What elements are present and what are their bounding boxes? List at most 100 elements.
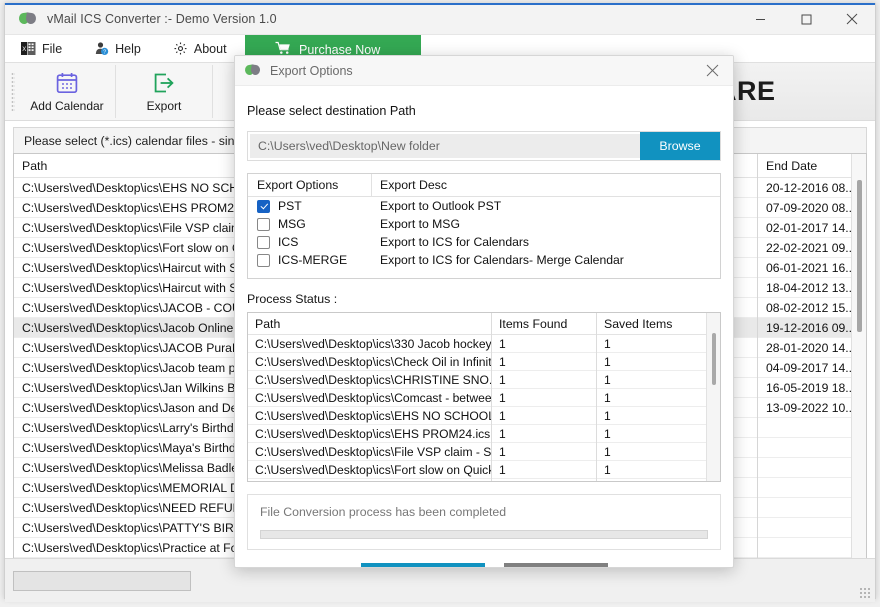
ribbon-grip[interactable] <box>11 71 15 112</box>
file-grid-cell-end-date[interactable] <box>758 478 858 498</box>
close-icon[interactable] <box>829 4 875 34</box>
process-status-cell-saved-items[interactable]: 1 <box>597 353 707 371</box>
process-status-cell-items-found[interactable]: 1 <box>492 371 596 389</box>
destination-path-input[interactable]: C:\Users\ved\Desktop\New folder <box>250 134 640 158</box>
process-status-cell-path[interactable]: C:\Users\ved\Desktop\ics\File VSP claim … <box>248 443 491 461</box>
file-grid-cell-end-date[interactable]: 08-02-2012 15... <box>758 298 858 318</box>
process-status-col-path: Path C:\Users\ved\Desktop\ics\330 Jacob … <box>248 313 492 481</box>
export-arrow-icon <box>152 70 176 96</box>
process-status-cell-items-found[interactable]: 1 <box>492 353 596 371</box>
calendar-icon <box>55 70 79 96</box>
export-option-desc: Export to ICS for Calendars- Merge Calen… <box>380 253 624 267</box>
export-option-label: ICS-MERGE <box>278 253 348 267</box>
process-status-label: Process Status : <box>247 292 338 306</box>
maximize-icon[interactable] <box>783 4 829 34</box>
process-status-cell-saved-items[interactable]: 1 <box>597 461 707 479</box>
file-grid-cell-end-date[interactable]: 28-01-2020 14... <box>758 338 858 358</box>
process-status-header-saved-items: Saved Items <box>597 313 707 335</box>
menu-item-about[interactable]: About <box>157 35 243 62</box>
process-status-scrollbar[interactable] <box>706 313 720 481</box>
export-option-desc: Export to MSG <box>380 217 460 231</box>
process-status-cell-saved-items[interactable]: 1 <box>597 371 707 389</box>
file-grid-cell-end-date[interactable]: 07-09-2020 08... <box>758 198 858 218</box>
menu-item-file-label: File <box>42 41 63 56</box>
file-grid-cell-end-date[interactable]: 13-09-2022 10... <box>758 398 858 418</box>
process-status-scrollbar-thumb[interactable] <box>712 333 716 385</box>
export-option-row[interactable]: ICS Export to ICS for Calendars <box>248 233 720 251</box>
export-option-row[interactable]: MSG Export to MSG <box>248 215 720 233</box>
export-option-name-cell: PST <box>248 199 372 213</box>
export-option-row[interactable]: ICS-MERGE Export to ICS for Calendars- Me… <box>248 251 720 269</box>
process-status-cell-saved-items[interactable]: 1 <box>597 425 707 443</box>
process-status-cell-items-found[interactable]: 1 <box>492 389 596 407</box>
menu-item-help[interactable]: ? Help <box>78 35 157 62</box>
process-status-cell-path[interactable]: C:\Users\ved\Desktop\ics\EHS NO SCHOOL .… <box>248 407 491 425</box>
process-status-cell-path[interactable]: C:\Users\ved\Desktop\ics\CHRISTINE SNO..… <box>248 371 491 389</box>
process-status-cell-path[interactable]: C:\Users\ved\Desktop\ics\Fort slow on Qu… <box>248 461 491 479</box>
export-option-row[interactable]: PST Export to Outlook PST <box>248 197 720 215</box>
process-status-table: Path C:\Users\ved\Desktop\ics\330 Jacob … <box>247 312 721 482</box>
process-status-cell-path[interactable]: C:\Users\ved\Desktop\ics\Comcast - betwe… <box>248 389 491 407</box>
exit-button[interactable]: Exit <box>503 563 608 567</box>
file-grid-cell-end-date[interactable]: 19-12-2016 09... <box>758 318 858 338</box>
process-status-cell-items-found[interactable]: 1 <box>492 461 596 479</box>
file-grid-cell-end-date[interactable]: 22-02-2021 09... <box>758 238 858 258</box>
process-status-cell-saved-items[interactable]: 1 <box>597 335 707 353</box>
process-status-cell-path[interactable]: C:\Users\ved\Desktop\ics\EHS PROM24.ics <box>248 425 491 443</box>
file-grid-cell-end-date[interactable]: 06-01-2021 16... <box>758 258 858 278</box>
file-grid-cell-end-date[interactable] <box>758 418 858 438</box>
export-option-desc: Export to ICS for Calendars <box>380 235 530 249</box>
file-grid-scrollbar[interactable] <box>851 154 866 572</box>
process-status-header-items-found: Items Found <box>492 313 596 335</box>
file-grid-cell-end-date[interactable] <box>758 438 858 458</box>
export-options-header-desc: Export Desc <box>380 178 447 192</box>
file-grid-cell-end-date[interactable] <box>758 498 858 518</box>
file-grid-scrollbar-thumb[interactable] <box>857 180 862 332</box>
process-status-col-items-found: Items Found 11111111 <box>492 313 597 481</box>
dialog-close-icon[interactable] <box>691 56 733 85</box>
dialog-body: Please select destination Path C:\Users\… <box>235 104 733 567</box>
export-options-dialog: Export Options Please select destination… <box>234 55 734 568</box>
browse-button[interactable]: Browse <box>640 132 720 160</box>
toolbar-export-button[interactable]: Export <box>116 65 213 118</box>
process-status-cell-path[interactable]: C:\Users\ved\Desktop\ics\330 Jacob hocke… <box>248 335 491 353</box>
window-titlebar: vMail ICS Converter :- Demo Version 1.0 <box>5 3 875 35</box>
export-option-name-cell: ICS <box>248 235 372 249</box>
export-option-name-cell: MSG <box>248 217 372 231</box>
window-title: vMail ICS Converter :- Demo Version 1.0 <box>47 12 277 26</box>
file-grid-cell-end-date[interactable]: 16-05-2019 18... <box>758 378 858 398</box>
file-grid-cell-end-date[interactable] <box>758 518 858 538</box>
checkbox-checked-icon[interactable] <box>257 199 270 213</box>
checkbox-unchecked-icon[interactable] <box>257 253 270 267</box>
file-grid-cell-end-date[interactable]: 02-01-2017 14... <box>758 218 858 238</box>
file-grid-cell-end-date[interactable]: 18-04-2012 13... <box>758 278 858 298</box>
export-option-label: MSG <box>278 217 306 231</box>
file-grid-cell-end-date[interactable]: 04-09-2017 14... <box>758 358 858 378</box>
process-status-cell-saved-items[interactable]: 1 <box>597 407 707 425</box>
file-grid-cell-end-date[interactable] <box>758 538 858 558</box>
process-status-cell-items-found[interactable]: 1 <box>492 335 596 353</box>
help-person-icon: ? <box>94 41 109 56</box>
toolbar-add-calendar-button[interactable]: Add Calendar <box>19 65 116 118</box>
process-status-cell-items-found[interactable]: 1 <box>492 425 596 443</box>
svg-text:X: X <box>22 47 26 53</box>
process-status-cell-items-found[interactable]: 1 <box>492 407 596 425</box>
process-status-cell-saved-items[interactable]: 1 <box>597 443 707 461</box>
process-status-cell-saved-items[interactable]: 1 <box>597 389 707 407</box>
checkbox-unchecked-icon[interactable] <box>257 235 270 249</box>
resize-grip[interactable] <box>859 587 871 599</box>
file-grid-cell-end-date[interactable] <box>758 458 858 478</box>
file-grid-cell-end-date[interactable]: 20-12-2016 08... <box>758 178 858 198</box>
process-status-cell-items-found[interactable]: 1 <box>492 443 596 461</box>
conversion-status-box: File Conversion process has been complet… <box>247 494 721 550</box>
menu-item-help-label: Help <box>115 41 141 56</box>
completed-button[interactable]: Completed <box>360 563 485 567</box>
minimize-icon[interactable] <box>737 4 783 34</box>
checkbox-unchecked-icon[interactable] <box>257 217 270 231</box>
file-grid-col-end-date: End Date 20-12-2016 08... 07-09-2020 08..… <box>758 154 858 572</box>
process-status-cell-path[interactable]: C:\Users\ved\Desktop\ics\Check Oil in In… <box>248 353 491 371</box>
menu-item-file[interactable]: X File <box>5 35 78 62</box>
export-options-table-header: Export Options Export Desc <box>248 174 720 197</box>
export-option-label: ICS <box>278 235 299 249</box>
menu-item-about-label: About <box>193 41 227 56</box>
